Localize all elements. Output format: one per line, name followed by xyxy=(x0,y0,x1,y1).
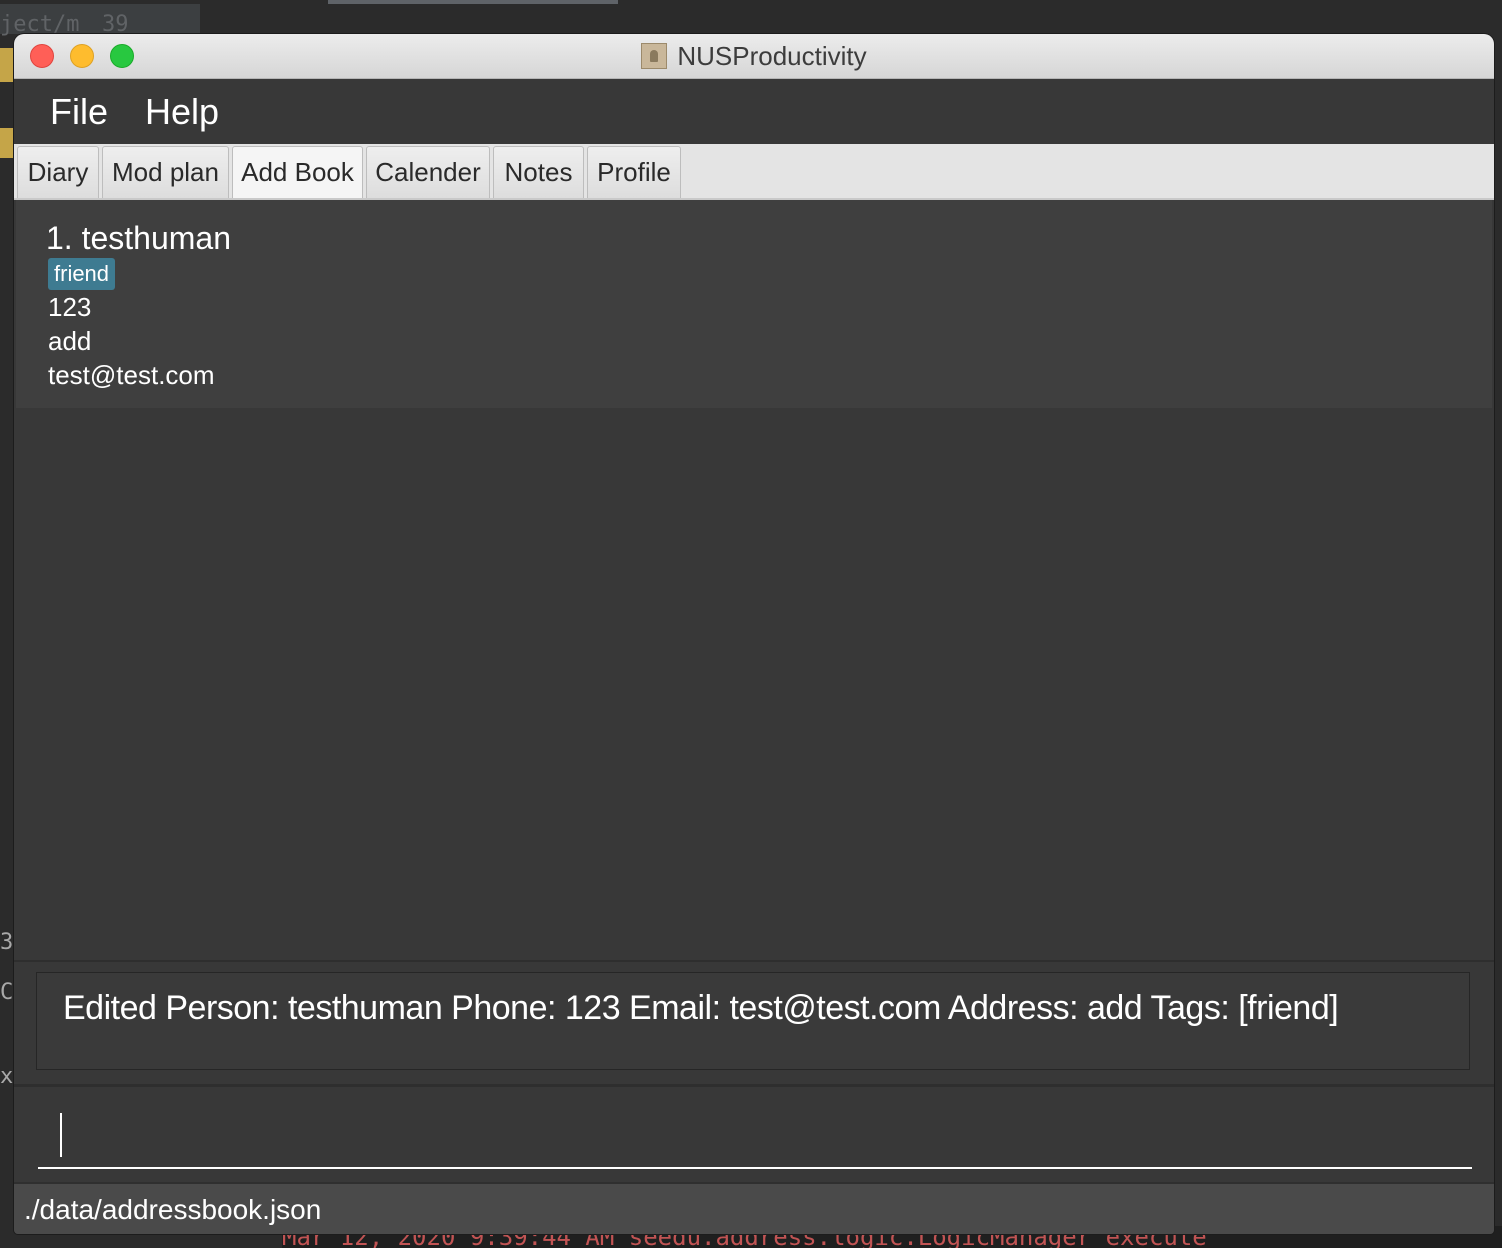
tab-add-book[interactable]: Add Book xyxy=(232,146,363,198)
status-bar: ./data/addressbook.json xyxy=(14,1182,1494,1234)
window-title: NUSProductivity xyxy=(677,40,867,71)
ide-fragment: 3 xyxy=(0,930,14,955)
person-tag: friend xyxy=(48,258,116,290)
result-message: Edited Person: testhuman Phone: 123 Emai… xyxy=(63,989,1339,1027)
person-card[interactable]: 1. testhuman friend 123 add test@test.co… xyxy=(16,200,1492,408)
text-caret xyxy=(60,1113,62,1157)
title-bar[interactable]: NUSProductivity xyxy=(14,34,1494,79)
ide-background-top: ject/m 39 xyxy=(0,0,1502,37)
save-location: ./data/addressbook.json xyxy=(24,1194,322,1225)
tab-bar: Diary Mod plan Add Book Calender Notes P… xyxy=(14,144,1494,200)
ide-gutter-marker xyxy=(0,48,14,82)
result-display[interactable]: Edited Person: testhuman Phone: 123 Emai… xyxy=(36,972,1470,1070)
menu-bar: File Help xyxy=(14,79,1494,144)
menu-help[interactable]: Help xyxy=(145,91,219,133)
command-box-pane xyxy=(14,1084,1494,1182)
menu-file[interactable]: File xyxy=(50,91,108,133)
app-window: NUSProductivity File Help Diary Mod plan… xyxy=(14,34,1494,1234)
command-input[interactable] xyxy=(38,1099,1472,1169)
title-container: NUSProductivity xyxy=(14,34,1494,78)
person-address: add xyxy=(48,326,92,356)
tab-notes[interactable]: Notes xyxy=(493,146,584,198)
ide-gutter-marker xyxy=(0,128,14,158)
tab-profile[interactable]: Profile xyxy=(587,146,681,198)
result-display-pane: Edited Person: testhuman Phone: 123 Emai… xyxy=(14,960,1494,1086)
tab-mod-plan[interactable]: Mod plan xyxy=(102,146,229,198)
ide-fragment: x xyxy=(0,1064,14,1089)
person-list-panel[interactable]: 1. testhuman friend 123 add test@test.co… xyxy=(14,200,1494,960)
person-name: 1. testhuman xyxy=(46,220,231,256)
app-icon xyxy=(641,43,668,69)
person-email: test@test.com xyxy=(48,360,215,390)
person-phone: 123 xyxy=(48,292,92,322)
ide-project-panel: ject/m 39 xyxy=(0,4,200,37)
ide-fragment: C xyxy=(0,980,14,1005)
ide-tab-indicator xyxy=(328,0,618,4)
tab-calender[interactable]: Calender xyxy=(366,146,490,198)
tab-diary[interactable]: Diary xyxy=(17,146,99,198)
